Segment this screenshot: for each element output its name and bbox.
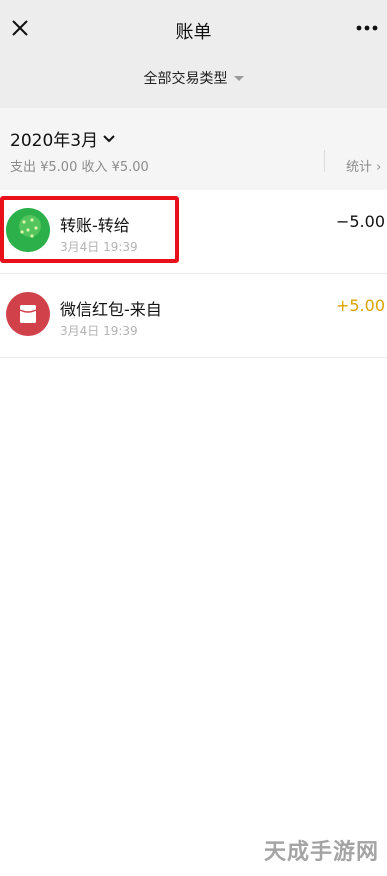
- transaction-list: 转账-转给 3月4日 19:39 −5.00 微信红包-来自 3月4日 19:3…: [0, 190, 387, 358]
- transfer-avatar: [6, 208, 50, 252]
- transaction-title: 微信红包-来自: [60, 300, 162, 319]
- transaction-item[interactable]: 微信红包-来自 3月4日 19:39 +5.00: [0, 274, 387, 358]
- divider: [324, 150, 325, 172]
- month-section: 2020年3月 支出 ¥5.00 收入 ¥5.00 统计 ›: [0, 108, 387, 190]
- transaction-time: 3月4日 19:39: [60, 240, 138, 254]
- chevron-down-icon: [103, 134, 115, 142]
- watermark-text: 天成手游网: [263, 840, 379, 865]
- transaction-item[interactable]: 转账-转给 3月4日 19:39 −5.00: [0, 190, 387, 274]
- transaction-time: 3月4日 19:39: [60, 324, 138, 338]
- more-button[interactable]: [353, 18, 381, 38]
- transaction-title: 转账-转给: [60, 216, 130, 235]
- month-label: 2020年3月: [10, 131, 99, 151]
- transaction-amount: +5.00: [335, 296, 385, 315]
- transaction-amount: −5.00: [335, 212, 385, 231]
- transaction-type-filter[interactable]: 全部交易类型: [0, 68, 387, 88]
- stats-link[interactable]: 统计 ›: [346, 156, 381, 175]
- month-picker[interactable]: 2020年3月: [10, 126, 116, 151]
- red-packet-icon: [6, 292, 50, 336]
- month-summary: 支出 ¥5.00 收入 ¥5.00: [10, 160, 149, 175]
- caret-down-icon: [233, 76, 244, 81]
- more-horizontal-icon: [356, 25, 378, 31]
- page-title: 账单: [175, 22, 212, 43]
- top-bar: 账单 全部交易类型: [0, 0, 387, 108]
- filter-label: 全部交易类型: [143, 71, 228, 87]
